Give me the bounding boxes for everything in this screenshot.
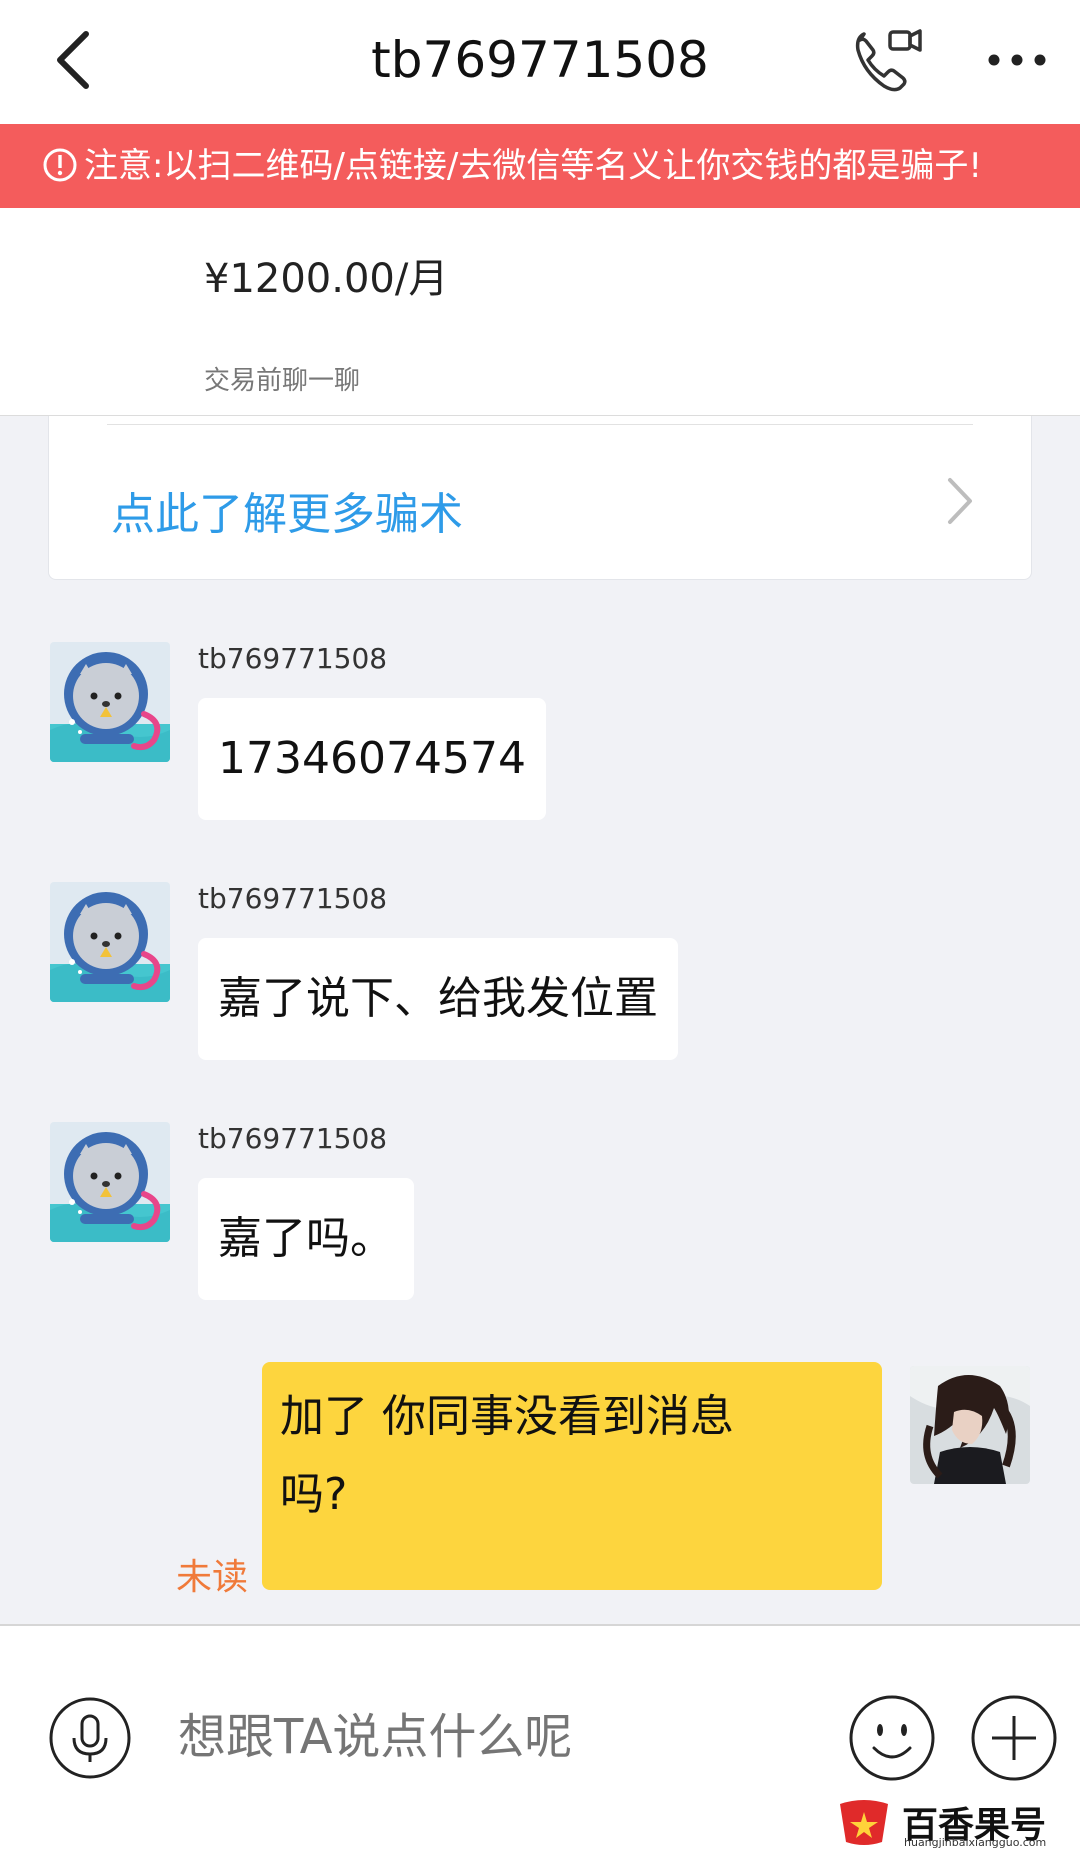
message-bubble[interactable]: 17346074574 — [198, 698, 546, 820]
alert-icon — [43, 148, 77, 182]
self-avatar[interactable] — [910, 1366, 1030, 1484]
video-call-icon[interactable] — [850, 22, 926, 98]
message-sender: tb769771508 — [198, 642, 388, 675]
watermark-logo-icon — [840, 1800, 888, 1845]
message-input[interactable] — [178, 1692, 828, 1782]
self-message-line: 吗? — [280, 1469, 348, 1520]
microphone-icon[interactable] — [48, 1696, 132, 1780]
learn-scams-link[interactable]: 点此了解更多骗术 — [111, 478, 463, 542]
watermark-domain: huangjinbaixiangguo.com — [904, 1836, 1047, 1849]
top-bar: tb769771508 — [0, 0, 1080, 124]
self-message-line: 加了 你同事没看到消息 — [280, 1391, 734, 1442]
chevron-right-icon — [948, 478, 972, 524]
plus-icon[interactable] — [970, 1694, 1058, 1782]
scam-tips-card[interactable]: 点此了解更多骗术 — [48, 416, 1032, 580]
chat-before-trade-label: 交易前聊一聊 — [204, 366, 361, 396]
product-card[interactable]: ¥1200.00/月 交易前聊一聊 — [0, 208, 1080, 416]
self-message-bubble[interactable]: 加了 你同事没看到消息 吗? — [262, 1362, 882, 1590]
more-options-icon[interactable] — [982, 40, 1052, 80]
contact-avatar[interactable] — [50, 1122, 170, 1242]
divider — [107, 424, 973, 425]
message-sender: tb769771508 — [198, 882, 388, 915]
watermark: 百香果号 huangjinbaixiangguo.com — [832, 1796, 1080, 1851]
contact-avatar[interactable] — [50, 882, 170, 1002]
contact-avatar[interactable] — [50, 642, 170, 762]
product-price: ¥1200.00/月 — [204, 256, 449, 302]
message-sender: tb769771508 — [198, 1122, 388, 1155]
unread-status: 未读 — [176, 1557, 249, 1598]
emoji-icon[interactable] — [848, 1694, 936, 1782]
message-bubble[interactable]: 嘉了吗。 — [198, 1178, 414, 1300]
message-bubble[interactable]: 嘉了说下、给我发位置 — [198, 938, 678, 1060]
warning-text: 注意:以扫二维码/点链接/去微信等名义让你交钱的都是骗子! — [84, 146, 982, 186]
scam-warning-banner: 注意:以扫二维码/点链接/去微信等名义让你交钱的都是骗子! — [0, 124, 1080, 208]
